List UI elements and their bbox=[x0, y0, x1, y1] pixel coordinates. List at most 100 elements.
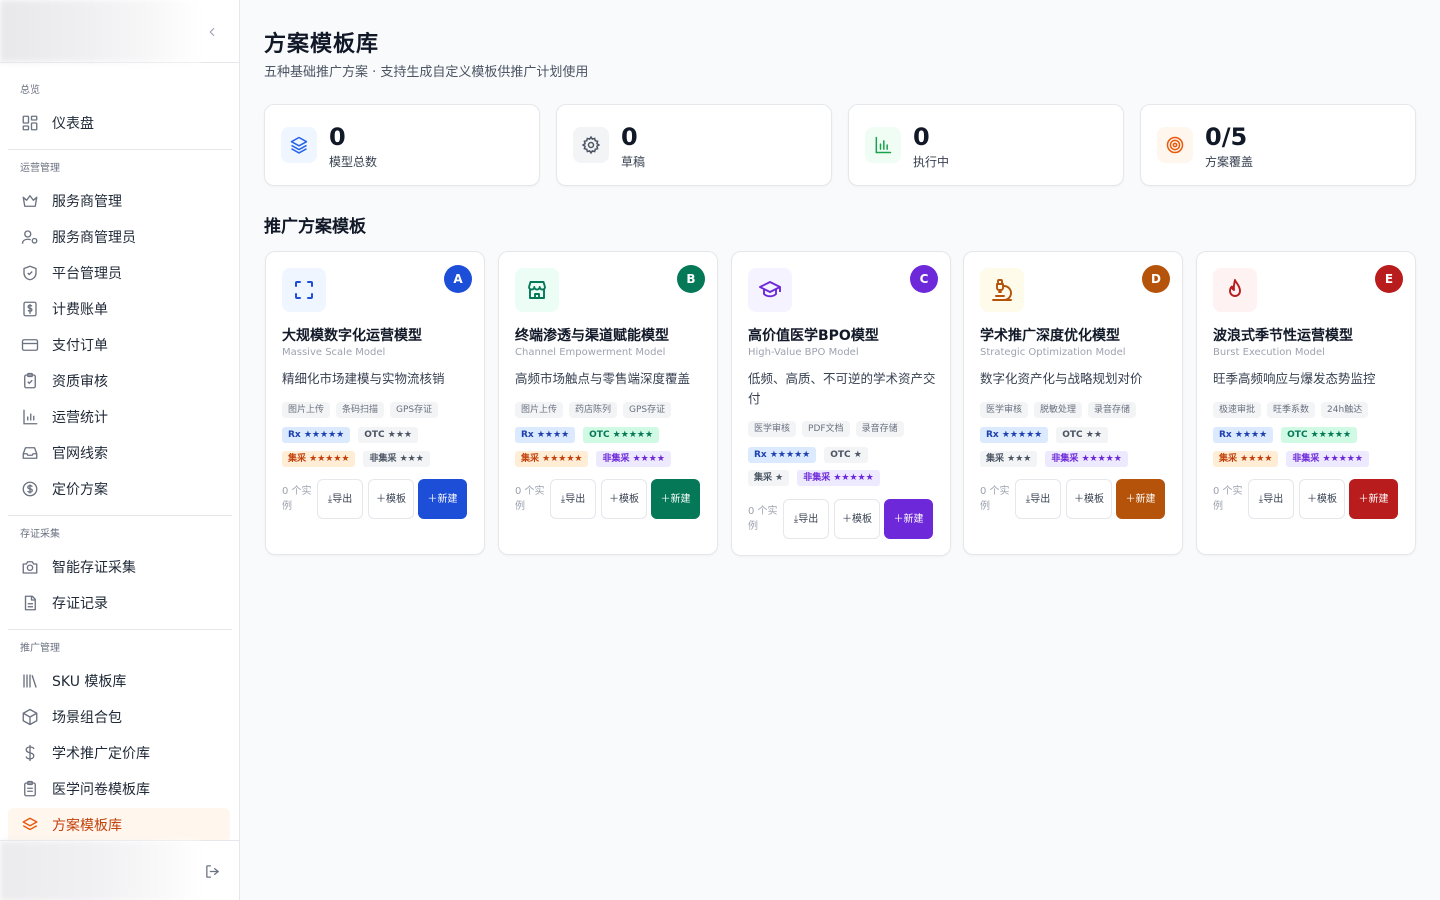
rating-badge: 集采 ★★★★★ bbox=[282, 451, 356, 467]
export-button[interactable]: ⤓ 导出 bbox=[1015, 479, 1061, 519]
model-badge: B bbox=[677, 265, 705, 293]
rating-row: Rx ★★★★★ OTC ★ bbox=[748, 447, 868, 463]
sidebar-item-dashboard[interactable]: 仪表盘 bbox=[8, 106, 230, 140]
sidebar-item-scenario-package[interactable]: 场景组合包 bbox=[8, 700, 230, 734]
sidebar-item-qualification-review[interactable]: 资质审核 bbox=[8, 364, 230, 398]
sidebar-item-medical-questionnaire-library[interactable]: 医学问卷模板库 bbox=[8, 772, 230, 806]
stat-label: 模型总数 bbox=[329, 155, 378, 169]
template-name: 终端渗透与渠道赋能模型 bbox=[515, 328, 669, 344]
sidebar-item-billing[interactable]: 计费账单 bbox=[8, 292, 230, 326]
plus-icon: ＋ bbox=[1307, 493, 1317, 505]
rating-badge: 集采 ★ bbox=[748, 470, 790, 486]
dashboard-icon bbox=[20, 113, 40, 133]
main-content: 方案模板库 五种基础推广方案 · 支持生成自定义模板供推广计划使用 0 模型总数… bbox=[240, 0, 1440, 900]
template-button[interactable]: ＋模板 bbox=[601, 479, 647, 519]
sidebar-item-plan-template-library[interactable]: 方案模板库 bbox=[8, 808, 230, 842]
template-name: 大规模数字化运营模型 bbox=[282, 328, 422, 344]
collapse-sidebar-button[interactable] bbox=[204, 22, 220, 42]
rating-badge: 非集采 ★★★★★ bbox=[1045, 451, 1128, 467]
sidebar-item-sku-template-library[interactable]: SKU 模板库 bbox=[8, 664, 230, 698]
sidebar-item-smart-evidence-collection[interactable]: 智能存证采集 bbox=[8, 550, 230, 584]
flame-icon bbox=[1213, 268, 1257, 312]
scan-frame-icon bbox=[282, 268, 326, 312]
sidebar-item-website-leads[interactable]: 官网线索 bbox=[8, 436, 230, 470]
bill-dollar-icon bbox=[20, 299, 40, 319]
plus-icon: ＋ bbox=[376, 493, 386, 505]
brand-logo bbox=[0, 0, 200, 62]
export-button[interactable]: ⤓ 导出 bbox=[317, 479, 363, 519]
sidebar-item-pricing-plans[interactable]: 定价方案 bbox=[8, 472, 230, 506]
nav-section-title-evidence: 存证采集 bbox=[20, 529, 60, 540]
template-card-a: A 大规模数字化运营模型 Massive Scale Model 精细化市场建模… bbox=[265, 251, 485, 555]
feature-tag: GPS存证 bbox=[623, 402, 672, 418]
template-button[interactable]: ＋模板 bbox=[1066, 479, 1112, 519]
sidebar-item-provider-management[interactable]: 服务商管理 bbox=[8, 184, 230, 218]
document-icon bbox=[20, 593, 40, 613]
feature-tag: 医学审核 bbox=[980, 402, 1029, 418]
instance-count: 0 个实例 bbox=[1213, 486, 1243, 512]
plus-icon: ＋ bbox=[427, 493, 438, 505]
sidebar-item-operations-stats[interactable]: 运营统计 bbox=[8, 400, 230, 434]
template-english-name: Burst Execution Model bbox=[1213, 347, 1325, 358]
sidebar-item-label: 服务商管理员 bbox=[52, 230, 136, 246]
rating-badge: OTC ★★★★★ bbox=[1281, 427, 1358, 443]
logout-button[interactable] bbox=[204, 863, 222, 881]
rating-badge: 集采 ★★★★★ bbox=[515, 451, 589, 467]
rating-badge: OTC ★★★ bbox=[358, 427, 418, 443]
sidebar-item-provider-admins[interactable]: 服务商管理员 bbox=[8, 220, 230, 254]
new-button[interactable]: ＋新建 bbox=[1116, 479, 1165, 519]
rating-badge: Rx ★★★★★ bbox=[748, 447, 817, 463]
user-profile[interactable] bbox=[0, 841, 200, 900]
stat-label: 方案覆盖 bbox=[1205, 155, 1254, 169]
template-card-c: C 高价值医学BPO模型 High-Value BPO Model 低频、高质、… bbox=[731, 251, 951, 556]
template-name: 高价值医学BPO模型 bbox=[748, 328, 879, 344]
sidebar-item-label: 平台管理员 bbox=[52, 266, 122, 282]
sidebar-item-evidence-records[interactable]: 存证记录 bbox=[8, 586, 230, 620]
export-button[interactable]: ⤓ 导出 bbox=[1248, 479, 1294, 519]
rating-badge: Rx ★★★★ bbox=[515, 427, 576, 443]
new-button[interactable]: ＋新建 bbox=[651, 479, 700, 519]
export-button[interactable]: ⤓ 导出 bbox=[783, 499, 829, 539]
new-button[interactable]: ＋新建 bbox=[418, 479, 467, 519]
template-button[interactable]: ＋模板 bbox=[1299, 479, 1345, 519]
export-button[interactable]: ⤓ 导出 bbox=[550, 479, 596, 519]
stat-card-plan-coverage: 0/5 方案覆盖 bbox=[1140, 104, 1416, 186]
instance-count: 0 个实例 bbox=[980, 486, 1010, 512]
new-button[interactable]: ＋新建 bbox=[884, 499, 933, 539]
template-button[interactable]: ＋模板 bbox=[368, 479, 414, 519]
template-button[interactable]: ＋模板 bbox=[834, 499, 880, 539]
sidebar-item-label: 场景组合包 bbox=[52, 710, 122, 726]
credit-card-icon bbox=[20, 335, 40, 355]
sidebar-item-label: 仪表盘 bbox=[52, 116, 94, 132]
stat-value: 0 bbox=[329, 123, 346, 151]
page-subtitle: 五种基础推广方案 · 支持生成自定义模板供推广计划使用 bbox=[264, 65, 589, 80]
sidebar-item-label: 学术推广定价库 bbox=[52, 746, 150, 762]
chevron-left-icon bbox=[209, 27, 215, 37]
card-actions: 0 个实例 ⤓ 导出 ＋模板 ＋新建 bbox=[748, 499, 938, 539]
plus-icon: ＋ bbox=[660, 493, 671, 505]
stat-card-in-progress: 0 执行中 bbox=[848, 104, 1124, 186]
inbox-icon bbox=[20, 443, 40, 463]
sidebar-item-label: 计费账单 bbox=[52, 302, 108, 318]
sidebar-item-platform-admins[interactable]: 平台管理员 bbox=[8, 256, 230, 290]
layers-icon bbox=[20, 815, 40, 835]
template-description: 数字化资产化与战略规划对价 bbox=[980, 371, 1143, 386]
feature-tag: 录音存储 bbox=[855, 421, 904, 437]
sidebar-item-payment-orders[interactable]: 支付订单 bbox=[8, 328, 230, 362]
dollar-sign-icon bbox=[20, 743, 40, 763]
nav-section-title-operations: 运营管理 bbox=[20, 163, 60, 174]
feature-tag: 条码扫描 bbox=[336, 402, 385, 418]
new-button[interactable]: ＋新建 bbox=[1349, 479, 1398, 519]
rating-row: 集采 ★★★ 非集采 ★★★★★ bbox=[980, 451, 1128, 467]
instance-count: 0 个实例 bbox=[282, 486, 312, 512]
feature-tag: 脱敏处理 bbox=[1034, 402, 1083, 418]
feature-tag: 药店陈列 bbox=[569, 402, 618, 418]
package-icon bbox=[20, 707, 40, 727]
plus-icon: ＋ bbox=[1358, 493, 1369, 505]
rating-row: Rx ★★★★ OTC ★★★★★ bbox=[1213, 427, 1358, 443]
sidebar-item-label: SKU 模板库 bbox=[52, 674, 127, 690]
template-card-d: D 学术推广深度优化模型 Strategic Optimization Mode… bbox=[963, 251, 1183, 555]
sidebar-item-academic-pricing-library[interactable]: 学术推广定价库 bbox=[8, 736, 230, 770]
user-gear-icon bbox=[20, 227, 40, 247]
model-badge: E bbox=[1375, 265, 1403, 293]
